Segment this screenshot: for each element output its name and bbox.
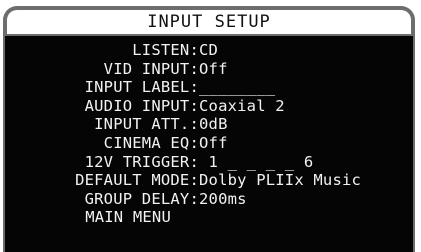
audio-input-label: AUDIO INPUT: — [84, 96, 199, 115]
menu-row-input-att[interactable]: INPUT ATT.: 0dB — [5, 115, 413, 134]
menu-row-12v-trigger[interactable]: 12V TRIGGER: 1 _ _ _ _ 6 — [5, 153, 413, 172]
input-att-label: INPUT ATT.: — [94, 115, 199, 134]
page-title: INPUT SETUP — [147, 12, 271, 32]
audio-input-value: Coaxial 2 — [199, 96, 285, 115]
listen-value: CD — [199, 41, 219, 59]
vid-input-value: Off — [199, 59, 228, 78]
menu-row-main-menu[interactable]: MAIN MENU — [5, 208, 413, 227]
menu-row-vid-input[interactable]: VID INPUT: Off — [5, 60, 413, 79]
menu-row-cinema-eq[interactable]: CINEMA EQ: Off — [5, 134, 413, 153]
main-menu-link[interactable]: MAIN MENU — [5, 208, 171, 227]
input-label-label: INPUT LABEL: — [84, 78, 199, 97]
settings-menu: LISTEN: CD VID INPUT: Off INPUT LABEL: _… — [5, 41, 413, 227]
cinema-eq-label: CINEMA EQ: — [103, 133, 199, 152]
menu-row-audio-input[interactable]: AUDIO INPUT: Coaxial 2 — [5, 97, 413, 116]
12v-trigger-value: 1 _ _ _ _ 6 — [199, 152, 314, 171]
input-att-value: 0dB — [199, 115, 228, 134]
menu-row-input-label[interactable]: INPUT LABEL: ________ — [5, 78, 413, 97]
cinema-eq-value: Off — [199, 133, 228, 152]
vid-input-label: VID INPUT: — [103, 59, 199, 78]
osd-screen: INPUT SETUP LISTEN: CD VID INPUT: Off IN… — [3, 6, 415, 252]
input-label-value: ________ — [199, 78, 276, 97]
12v-trigger-label: 12V TRIGGER: — [84, 152, 199, 171]
menu-row-default-mode[interactable]: DEFAULT MODE: Dolby PLIIx Music — [5, 171, 413, 190]
group-delay-value: 200ms — [199, 189, 247, 208]
listen-label: LISTEN: — [132, 41, 199, 59]
default-mode-label: DEFAULT MODE: — [75, 171, 199, 190]
title-bar: INPUT SETUP — [5, 8, 413, 36]
menu-row-listen[interactable]: LISTEN: CD — [5, 41, 413, 60]
group-delay-label: GROUP DELAY: — [84, 189, 199, 208]
default-mode-value: Dolby PLIIx Music — [199, 171, 362, 190]
menu-row-group-delay[interactable]: GROUP DELAY: 200ms — [5, 190, 413, 209]
